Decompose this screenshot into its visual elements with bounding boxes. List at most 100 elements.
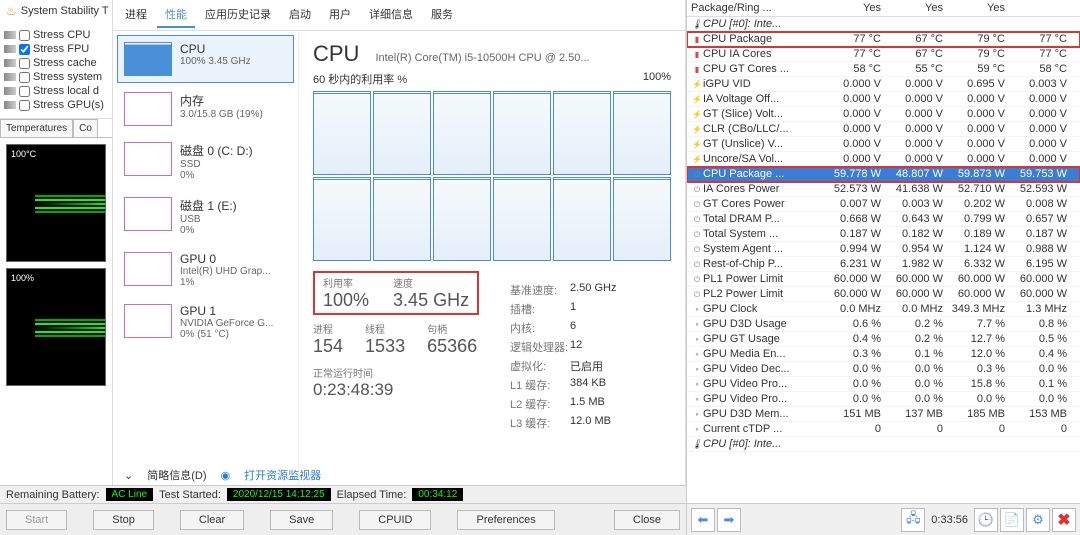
core-graph-9 xyxy=(493,177,551,261)
chip-icon xyxy=(4,73,16,81)
sst-tabs[interactable]: Temperatures Co xyxy=(0,119,112,138)
tm-side-3[interactable]: 磁盘 1 (E:)USB0% xyxy=(117,190,294,243)
sensor-row[interactable]: GT (Slice) Volt...0.000 V0.000 V0.000 V0… xyxy=(687,107,1080,122)
sensor-row[interactable]: Total System ...0.187 W0.182 W0.189 W0.1… xyxy=(687,227,1080,242)
stress-check-stress-system[interactable]: Stress system xyxy=(4,70,108,84)
temp-graph: 100°C xyxy=(6,144,106,262)
log-icon[interactable]: 📄 xyxy=(1000,508,1024,532)
sst-window-title: ♨System Stability T xyxy=(0,0,112,22)
tab-temperatures[interactable]: Temperatures xyxy=(0,119,73,137)
clock-icon[interactable]: 🕒 xyxy=(974,508,998,532)
chip-icon xyxy=(4,101,16,109)
network-icon[interactable]: 🖧 xyxy=(901,508,925,532)
thermometer-icon xyxy=(691,49,703,59)
open-resmon-link[interactable]: 打开资源监视器 xyxy=(244,467,321,483)
stress-check-stress-local-d[interactable]: Stress local d xyxy=(4,84,108,98)
core-graph-7 xyxy=(373,177,431,261)
sensor-row[interactable]: iGPU VID0.000 V0.000 V0.695 V0.003 V xyxy=(687,77,1080,92)
close-button[interactable]: Close xyxy=(614,510,680,530)
sensor-row[interactable]: IA Cores Power52.573 W41.638 W52.710 W52… xyxy=(687,182,1080,197)
sensor-row[interactable]: CPU GT Cores ...58 °C55 °C59 °C58 °C xyxy=(687,62,1080,77)
tm-sidebar[interactable]: CPU100% 3.45 GHz内存3.0/15.8 GB (19%)磁盘 0 … xyxy=(113,31,299,535)
sensor-row[interactable]: CPU IA Cores77 °C67 °C79 °C77 °C xyxy=(687,47,1080,62)
tm-side-0[interactable]: CPU100% 3.45 GHz xyxy=(117,35,294,83)
sensor-row[interactable]: CPU Package ...59.778 W48.807 W59.873 W5… xyxy=(687,167,1080,182)
sensor-row[interactable]: CPU Package77 °C67 °C79 °C77 °C xyxy=(687,32,1080,47)
sensor-row[interactable]: ◦Current cTDP ...0000 xyxy=(687,422,1080,437)
cpu-model: Intel(R) Core(TM) i5-10500H CPU @ 2.50..… xyxy=(375,52,589,64)
gear-icon[interactable]: ⚙ xyxy=(1026,508,1050,532)
thermometer-icon xyxy=(691,34,703,44)
tm-side-4[interactable]: GPU 0Intel(R) UHD Grap...1% xyxy=(117,245,294,295)
tm-tab-0[interactable]: 进程 xyxy=(117,2,155,28)
tm-side-1[interactable]: 内存3.0/15.8 GB (19%) xyxy=(117,85,294,133)
tm-side-2[interactable]: 磁盘 0 (C: D:)SSD0% xyxy=(117,135,294,188)
sensor-row[interactable]: ◦GPU D3D Mem...151 MB137 MB185 MB153 MB xyxy=(687,407,1080,422)
util-speed-highlight: 利用率100% 速度3.45 GHz xyxy=(313,271,479,315)
core-graph-8 xyxy=(433,177,491,261)
sensor-row[interactable]: ◦GPU GT Usage0.4 %0.2 %12.7 %0.5 % xyxy=(687,332,1080,347)
tm-tab-3[interactable]: 启动 xyxy=(281,2,319,28)
tm-tab-2[interactable]: 应用历史记录 xyxy=(197,2,279,28)
core-graph-4 xyxy=(553,91,611,175)
sensor-row[interactable]: ◦GPU D3D Usage0.6 %0.2 %7.7 %0.8 % xyxy=(687,317,1080,332)
close-icon[interactable]: ✖ xyxy=(1052,508,1076,532)
sensor-row[interactable]: ◦GPU Clock0.0 MHz0.0 MHz349.3 MHz1.3 MHz xyxy=(687,302,1080,317)
stop-button[interactable]: Stop xyxy=(93,510,154,530)
power-icon xyxy=(691,169,703,180)
stress-check-stress-cpu[interactable]: Stress CPU xyxy=(4,28,108,42)
chip-icon xyxy=(4,87,16,95)
core-graph-10 xyxy=(553,177,611,261)
save-button[interactable]: Save xyxy=(270,510,333,530)
tm-tab-6[interactable]: 服务 xyxy=(423,2,461,28)
sensor-row[interactable]: ◦GPU Video Pro...0.0 %0.0 %15.8 %0.1 % xyxy=(687,377,1080,392)
sensor-row[interactable]: PL1 Power Limit60.000 W60.000 W60.000 W6… xyxy=(687,272,1080,287)
bolt-icon xyxy=(691,94,703,104)
tm-tab-1[interactable]: 性能 xyxy=(157,2,195,28)
cpuid-button[interactable]: CPUID xyxy=(359,510,431,530)
power-icon xyxy=(691,184,703,195)
tm-side-5[interactable]: GPU 1NVIDIA GeForce G...0% (51 °C) xyxy=(117,297,294,347)
sensor-row[interactable]: Uncore/SA Vol...0.000 V0.000 V0.000 V0.0… xyxy=(687,152,1080,167)
flame-icon: ♨ xyxy=(6,4,17,18)
stress-check-stress-gpu(s)[interactable]: Stress GPU(s) xyxy=(4,98,108,112)
arrow-left-icon[interactable]: ⬅ xyxy=(691,508,715,532)
power-icon xyxy=(691,199,703,210)
sensor-row[interactable]: System Agent ...0.994 W0.954 W1.124 W0.9… xyxy=(687,242,1080,257)
arrow-right-icon[interactable]: ➡ xyxy=(717,508,741,532)
start-button[interactable]: Start xyxy=(6,510,67,530)
sensor-row[interactable]: GT Cores Power0.007 W0.003 W0.202 W0.008… xyxy=(687,197,1080,212)
core-graph-5 xyxy=(613,91,671,175)
tm-tab-5[interactable]: 详细信息 xyxy=(361,2,421,28)
sensor-list[interactable]: 🌡CPU [#0]: Inte...CPU Package77 °C67 °C7… xyxy=(687,17,1080,503)
thermometer-icon: 🌡 xyxy=(691,439,703,450)
sensor-row[interactable]: IA Voltage Off...0.000 V0.000 V0.000 V0.… xyxy=(687,92,1080,107)
sensor-row[interactable]: PL2 Power Limit60.000 W60.000 W60.000 W6… xyxy=(687,287,1080,302)
sensor-section[interactable]: 🌡CPU [#0]: Inte... xyxy=(687,437,1080,452)
stress-check-stress-fpu[interactable]: Stress FPU xyxy=(4,42,108,56)
sensor-row[interactable]: ◦GPU Media En...0.3 %0.1 %12.0 %0.4 % xyxy=(687,347,1080,362)
stress-checklist: Stress CPUStress FPUStress cacheStress s… xyxy=(0,22,112,119)
sensor-row[interactable]: CLR (CBo/LLC/...0.000 V0.000 V0.000 V0.0… xyxy=(687,122,1080,137)
tab-co[interactable]: Co xyxy=(73,119,98,137)
sensor-row[interactable]: GT (Unslice) V...0.000 V0.000 V0.000 V0.… xyxy=(687,137,1080,152)
power-icon xyxy=(691,214,703,225)
sensor-section[interactable]: 🌡CPU [#0]: Inte... xyxy=(687,17,1080,32)
bolt-icon xyxy=(691,124,703,134)
thermometer-icon xyxy=(691,64,703,74)
chevron-down-icon[interactable]: ⌄ xyxy=(124,469,133,482)
sensor-footer: ⬅ ➡ 🖧 0:33:56 🕒 📄 ⚙ ✖ xyxy=(687,503,1080,535)
thumb-graph xyxy=(124,92,172,126)
record-time: 0:33:56 xyxy=(927,514,972,526)
tm-tabs[interactable]: 进程性能应用历史记录启动用户详细信息服务 xyxy=(113,0,685,31)
tm-tab-4[interactable]: 用户 xyxy=(321,2,359,28)
stress-check-stress-cache[interactable]: Stress cache xyxy=(4,56,108,70)
sensor-header[interactable]: Package/Ring ... Yes Yes Yes xyxy=(687,0,1080,17)
preferences-button[interactable]: Preferences xyxy=(457,510,554,530)
sensor-row[interactable]: ◦GPU Video Dec...0.0 %0.0 %0.3 %0.0 % xyxy=(687,362,1080,377)
sensor-row[interactable]: Total DRAM P...0.668 W0.643 W0.799 W0.65… xyxy=(687,212,1080,227)
power-icon xyxy=(691,229,703,240)
sensor-row[interactable]: Rest-of-Chip P...6.231 W1.982 W6.332 W6.… xyxy=(687,257,1080,272)
sensor-row[interactable]: ◦GPU Video Pro...0.0 %0.0 %0.0 %0.0 % xyxy=(687,392,1080,407)
clear-button[interactable]: Clear xyxy=(180,510,244,530)
